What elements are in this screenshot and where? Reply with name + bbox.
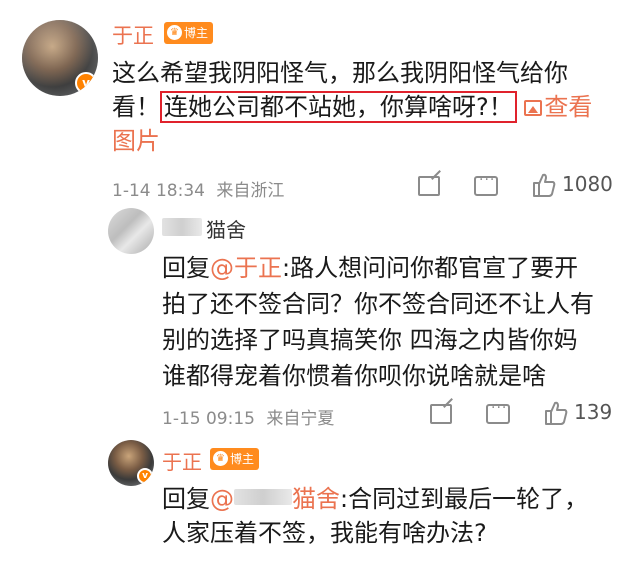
reply1-text: 回复@于正:路人想问问你都官宣了要开 拍了还不签合同？你不签合同还不让人有 别的…: [162, 250, 632, 394]
reply1-source: 来自宁夏: [266, 409, 335, 429]
thumbs-up-icon: [532, 172, 556, 197]
post-timestamp: 1-14 18:34: [112, 181, 205, 201]
reply1-meta: 1-15 09:15 来自宁夏: [162, 404, 334, 429]
mention-link[interactable]: @于正: [210, 254, 282, 282]
share-icon: [418, 176, 440, 196]
reply1-line1-rest: :路人想问问你都官宣了要开: [282, 254, 579, 282]
reply1-comment-button[interactable]: [486, 400, 510, 424]
reply1-line3: 别的选择了吗真搞笑你 四海之内皆你妈: [162, 326, 578, 354]
share-button[interactable]: [418, 176, 440, 196]
reply-prefix: 回复: [162, 254, 210, 282]
comment-icon: [486, 400, 510, 424]
reply2-line1: 回复@ 猫舍:合同过到最后一轮了，: [162, 482, 632, 516]
like-button[interactable]: 1080: [532, 172, 613, 197]
reply2-line1-rest: :合同过到最后一轮了，: [340, 485, 589, 513]
crown-icon: ♛: [213, 451, 228, 466]
reply2-prefix: 回复: [162, 485, 210, 513]
reply1-line1: 回复@于正:路人想问问你都官宣了要开: [162, 250, 632, 286]
reply2-line2: 人家压着不签，我能有啥办法?: [162, 519, 487, 547]
post-source: 来自浙江: [216, 181, 285, 201]
author-avatar-small[interactable]: v: [108, 440, 154, 486]
reply2-text: 回复@ 猫舍:合同过到最后一轮了， 人家压着不签，我能有啥办法?: [162, 482, 632, 550]
reply1-share-button[interactable]: [430, 404, 452, 424]
comment-icon: [474, 172, 498, 196]
comment-button[interactable]: [474, 172, 498, 196]
reply1-line2: 拍了还不签合同？你不签合同还不让人有: [162, 290, 594, 318]
author-name[interactable]: 于正: [112, 20, 154, 50]
reply1-line4: 谁都得宠着你惯着你呗你说啥就是啥: [162, 362, 546, 390]
reply1-like-button[interactable]: 139: [544, 400, 613, 425]
view-image-label: 查看: [544, 93, 593, 121]
share-icon: [430, 404, 452, 424]
reply2-author-name[interactable]: 于正: [162, 446, 202, 475]
post-text-line2: 看！ 连她公司都不站她，你算啥呀?！ 查看: [112, 90, 632, 124]
thumbs-up-icon: [544, 400, 568, 425]
post-text: 这么希望我阴阳怪气，那么我阴阳怪气给你 看！ 连她公司都不站她，你算啥呀?！ 查看…: [112, 56, 632, 158]
image-icon: [524, 100, 543, 116]
verified-badge-icon: v: [137, 468, 153, 484]
post-text-line1: 这么希望我阴阳怪气，那么我阴阳怪气给你: [112, 59, 568, 87]
mention-suffix: 猫舍: [292, 485, 340, 513]
redacted-mention: [234, 489, 292, 505]
like-count: 1080: [562, 172, 613, 196]
blogger-badge-label: 博主: [184, 26, 209, 40]
mention-link[interactable]: @ 猫舍: [210, 485, 340, 513]
highlighted-quote: 连她公司都不站她，你算啥呀?！: [160, 91, 517, 123]
author-avatar[interactable]: v: [22, 20, 98, 96]
reply1-timestamp: 1-15 09:15: [162, 409, 255, 429]
reply1-like-count: 139: [574, 400, 613, 424]
view-image-link-cont[interactable]: 图片: [112, 124, 632, 158]
post-text-prefix: 看！: [112, 93, 160, 121]
redacted-username: [162, 218, 202, 236]
commenter-name[interactable]: 猫舍: [206, 214, 246, 243]
verified-badge-icon: v: [75, 72, 97, 94]
crown-icon: ♛: [167, 25, 182, 40]
reply2-blogger-badge: ♛ 博主: [210, 448, 260, 470]
post-meta: 1-14 18:34 来自浙江: [112, 176, 284, 201]
view-image-link[interactable]: 查看: [524, 93, 592, 121]
reply2-blogger-badge-label: 博主: [230, 452, 255, 466]
blogger-badge: ♛ 博主: [164, 22, 214, 44]
commenter-avatar[interactable]: [108, 208, 154, 254]
